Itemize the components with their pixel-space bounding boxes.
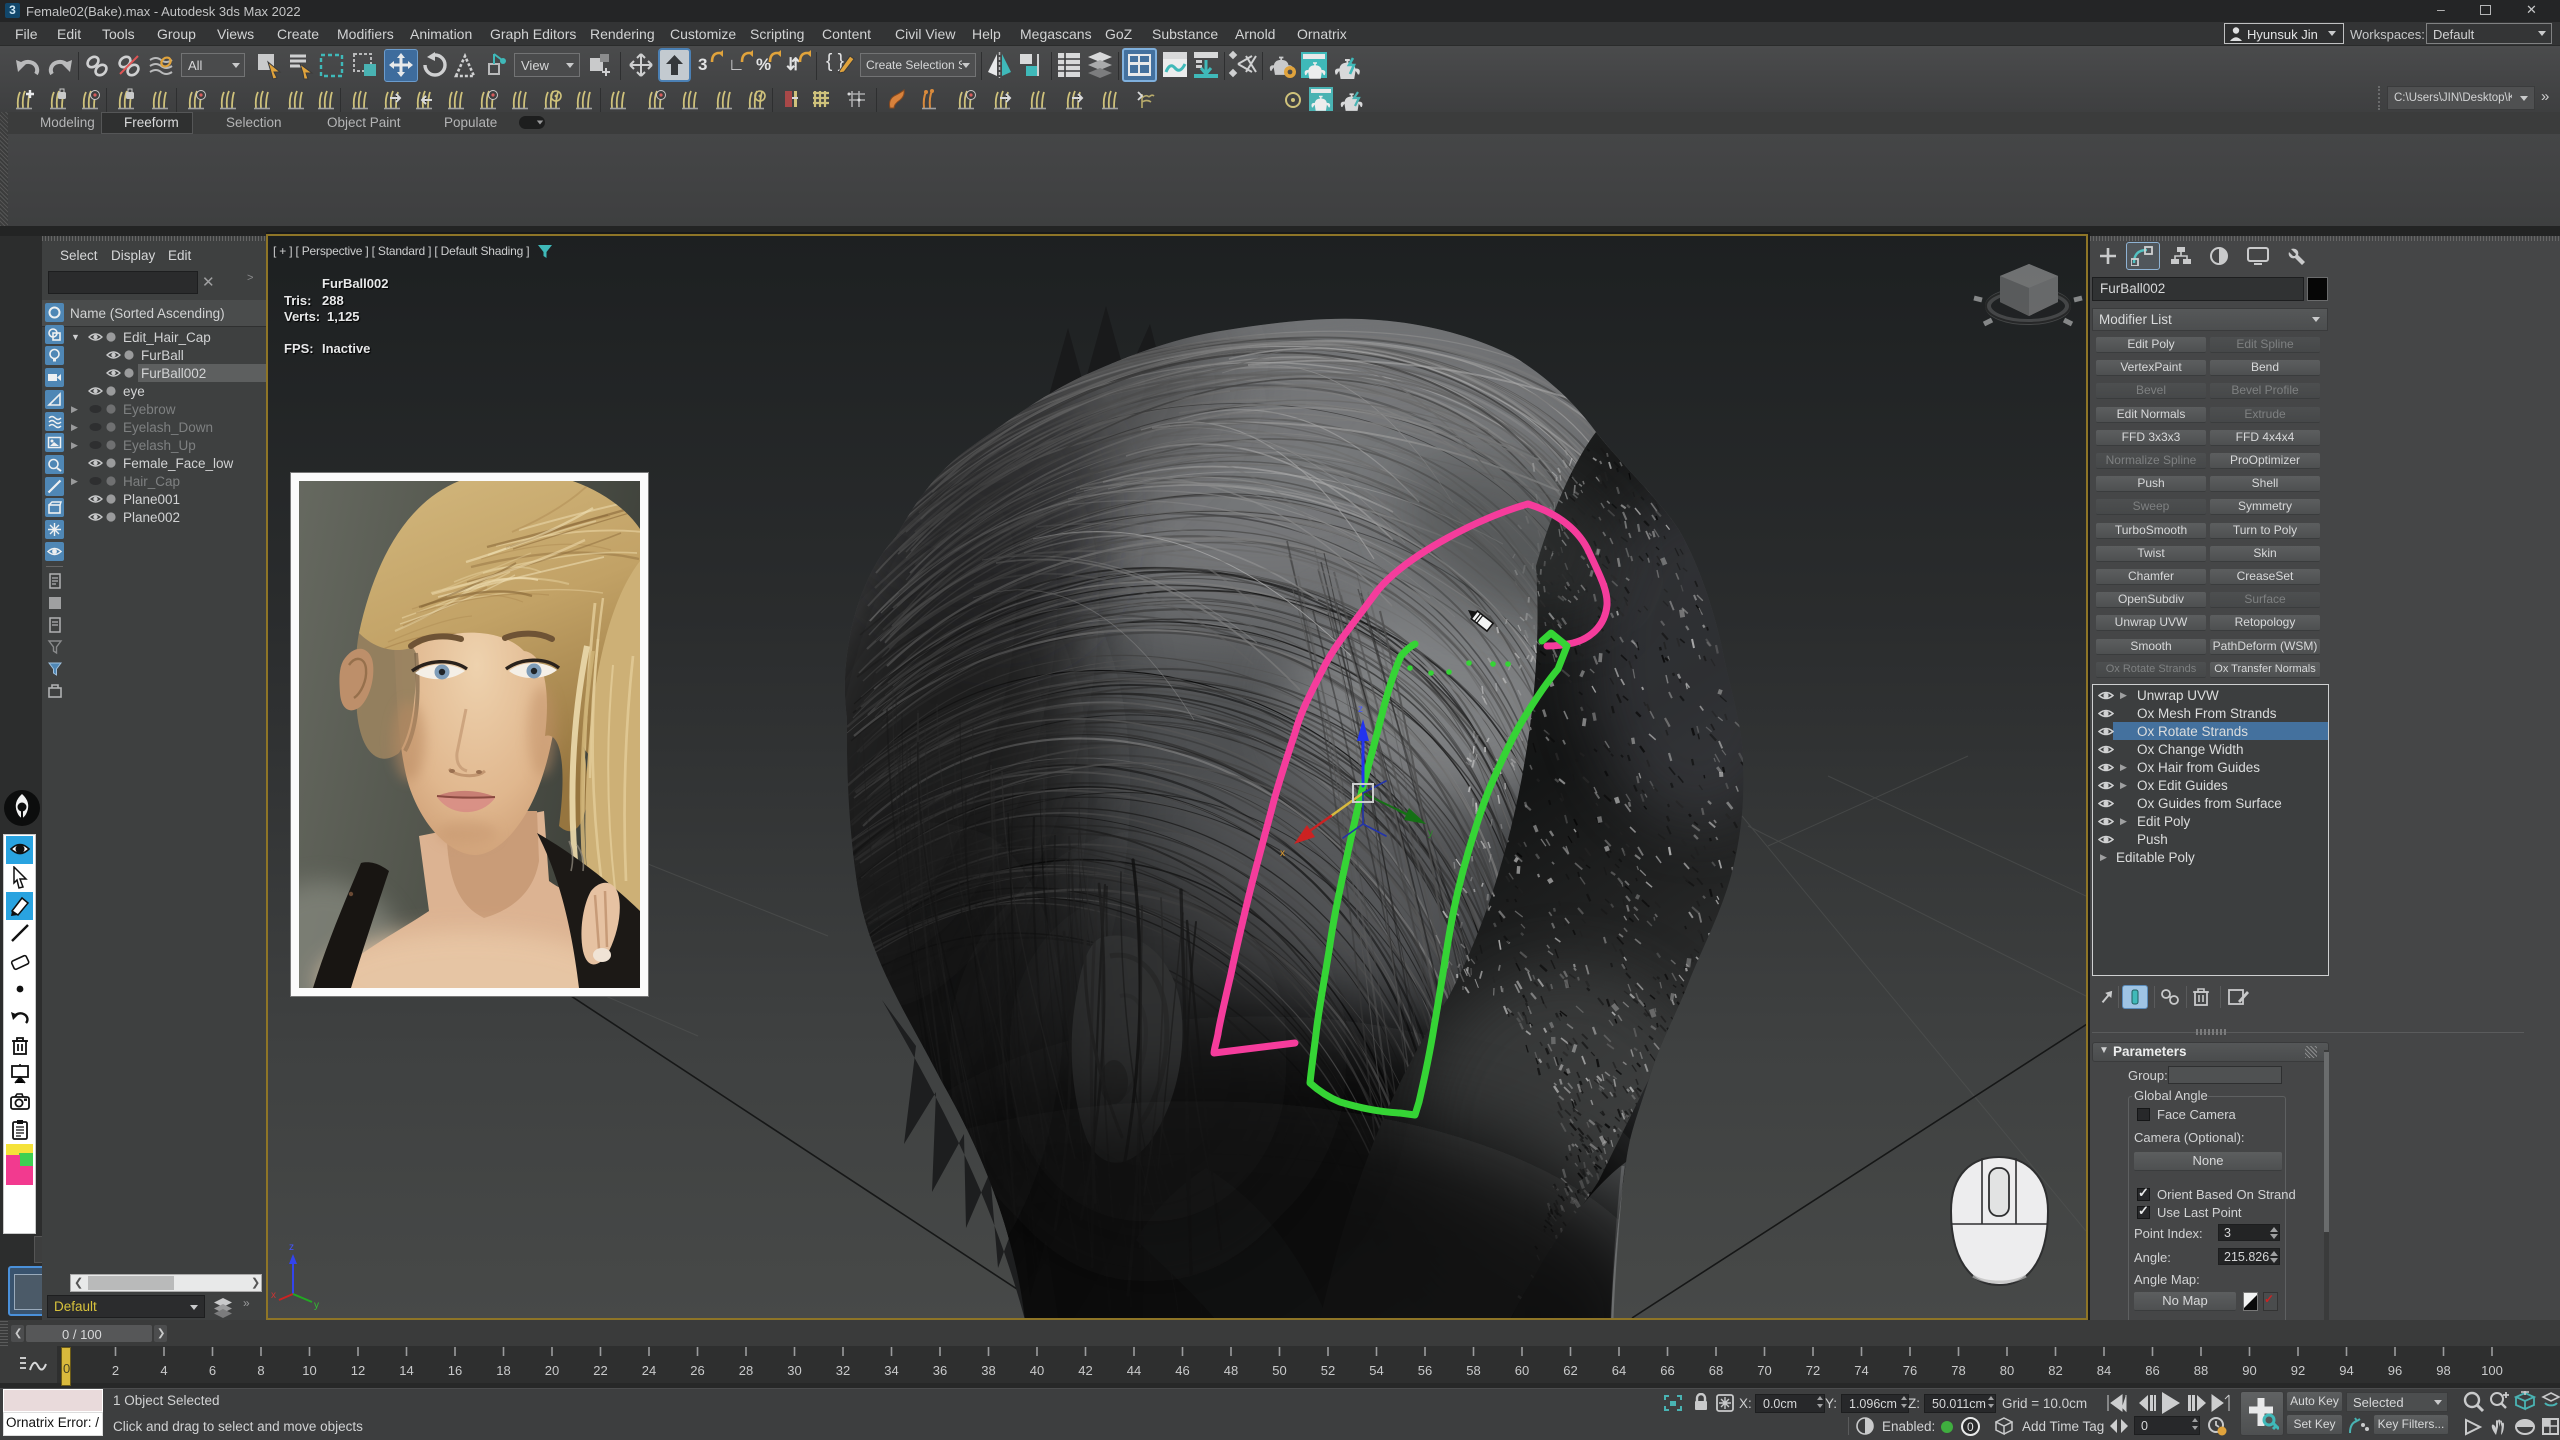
svg-text:24: 24: [642, 1363, 656, 1378]
svg-text:16: 16: [448, 1363, 462, 1378]
svg-text:88: 88: [2194, 1363, 2208, 1378]
svg-text:54: 54: [1369, 1363, 1383, 1378]
svg-text:z: z: [1358, 704, 1363, 715]
svg-text:x: x: [1280, 848, 1285, 859]
svg-text:56: 56: [1418, 1363, 1432, 1378]
svg-text:50: 50: [1272, 1363, 1286, 1378]
svg-text:60: 60: [1515, 1363, 1529, 1378]
svg-text:84: 84: [2097, 1363, 2111, 1378]
svg-text:18: 18: [496, 1363, 510, 1378]
svg-text:32: 32: [836, 1363, 850, 1378]
svg-text:34: 34: [884, 1363, 898, 1378]
svg-text:52: 52: [1321, 1363, 1335, 1378]
svg-text:46: 46: [1175, 1363, 1189, 1378]
svg-text:58: 58: [1466, 1363, 1480, 1378]
svg-text:80: 80: [2000, 1363, 2014, 1378]
svg-text:98: 98: [2436, 1363, 2450, 1378]
svg-text:70: 70: [1757, 1363, 1771, 1378]
svg-text:x: x: [271, 1290, 276, 1301]
svg-text:90: 90: [2242, 1363, 2256, 1378]
svg-text:78: 78: [1951, 1363, 1965, 1378]
svg-text:4: 4: [160, 1363, 167, 1378]
svg-text:2: 2: [112, 1363, 119, 1378]
svg-text:100: 100: [2481, 1363, 2503, 1378]
svg-text:74: 74: [1854, 1363, 1868, 1378]
svg-text:38: 38: [981, 1363, 995, 1378]
svg-text:10: 10: [302, 1363, 316, 1378]
svg-text:y: y: [1428, 828, 1433, 839]
svg-text:62: 62: [1563, 1363, 1577, 1378]
svg-text:94: 94: [2339, 1363, 2353, 1378]
svg-text:42: 42: [1078, 1363, 1092, 1378]
svg-text:82: 82: [2048, 1363, 2062, 1378]
svg-text:30: 30: [787, 1363, 801, 1378]
svg-text:14: 14: [399, 1363, 413, 1378]
svg-text:72: 72: [1806, 1363, 1820, 1378]
svg-text:92: 92: [2291, 1363, 2305, 1378]
svg-text:44: 44: [1127, 1363, 1141, 1378]
svg-text:64: 64: [1612, 1363, 1626, 1378]
svg-text:48: 48: [1224, 1363, 1238, 1378]
svg-text:22: 22: [593, 1363, 607, 1378]
svg-text:12: 12: [351, 1363, 365, 1378]
svg-text:68: 68: [1709, 1363, 1723, 1378]
svg-text:28: 28: [739, 1363, 753, 1378]
svg-text:26: 26: [690, 1363, 704, 1378]
svg-text:6: 6: [209, 1363, 216, 1378]
svg-text:y: y: [314, 1300, 319, 1311]
svg-text:66: 66: [1660, 1363, 1674, 1378]
svg-text:86: 86: [2145, 1363, 2159, 1378]
svg-text:20: 20: [545, 1363, 559, 1378]
svg-text:76: 76: [1903, 1363, 1917, 1378]
svg-text:40: 40: [1030, 1363, 1044, 1378]
svg-text:96: 96: [2388, 1363, 2402, 1378]
svg-text:36: 36: [933, 1363, 947, 1378]
svg-text:z: z: [289, 1242, 294, 1253]
svg-text:8: 8: [257, 1363, 264, 1378]
